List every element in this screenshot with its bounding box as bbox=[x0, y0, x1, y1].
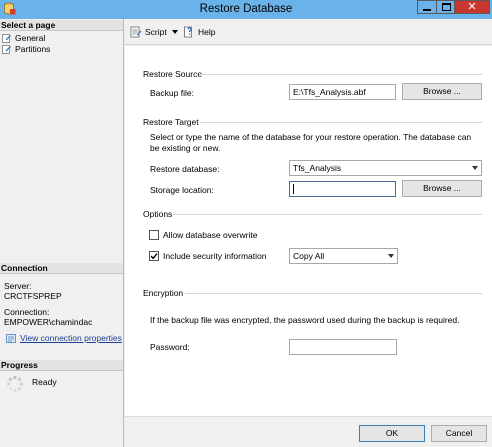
restore-target-description: Select or type the name of the database … bbox=[150, 132, 472, 153]
chevron-down-icon[interactable] bbox=[472, 166, 478, 170]
backup-file-browse-button[interactable]: Browse ... bbox=[402, 83, 482, 100]
help-button[interactable]: Help bbox=[183, 26, 215, 38]
security-option-value: Copy All bbox=[293, 251, 325, 261]
toolbar: Script Help bbox=[125, 19, 492, 45]
help-icon bbox=[184, 26, 192, 38]
include-security-label[interactable]: Include security information bbox=[163, 251, 266, 261]
allow-overwrite-checkbox[interactable] bbox=[149, 230, 159, 240]
group-divider bbox=[185, 293, 482, 294]
progress-status: Ready bbox=[32, 377, 57, 387]
page-item-label: General bbox=[15, 33, 46, 43]
backup-file-input[interactable]: E:\Tfs_Analysis.abf bbox=[289, 84, 396, 100]
minimize-icon bbox=[423, 9, 431, 11]
options-title: Options bbox=[143, 209, 173, 219]
restore-source-title: Restore Source bbox=[143, 69, 203, 79]
connection-label: Connection: bbox=[4, 307, 50, 317]
page-wrench-icon bbox=[2, 45, 11, 54]
group-divider bbox=[199, 74, 482, 75]
maximize-button[interactable] bbox=[436, 0, 455, 14]
checkmark-icon bbox=[150, 253, 158, 260]
encryption-description: If the backup file was encrypted, the pa… bbox=[150, 315, 460, 325]
page-wrench-icon bbox=[2, 34, 11, 43]
progress-header: Progress bbox=[0, 360, 123, 371]
group-divider bbox=[173, 214, 482, 215]
close-button[interactable]: ✕ bbox=[455, 0, 490, 14]
chevron-down-icon[interactable] bbox=[388, 254, 394, 258]
storage-location-label: Storage location: bbox=[150, 185, 214, 195]
title-bar: Restore Database ✕ bbox=[0, 0, 492, 19]
connection-header: Connection bbox=[0, 263, 123, 274]
connection-value: EMPOWER\chamindac bbox=[4, 317, 93, 327]
encryption-title: Encryption bbox=[143, 288, 184, 298]
help-label: Help bbox=[198, 27, 216, 37]
group-divider bbox=[199, 122, 482, 123]
restore-database-value: Tfs_Analysis bbox=[293, 163, 342, 173]
properties-icon bbox=[6, 334, 16, 343]
script-icon bbox=[130, 26, 142, 38]
script-button[interactable]: Script bbox=[130, 26, 182, 38]
storage-location-browse-button[interactable]: Browse ... bbox=[402, 180, 482, 197]
maximize-icon bbox=[442, 3, 451, 11]
chevron-down-icon bbox=[172, 30, 178, 34]
view-connection-properties-label: View connection properties bbox=[20, 333, 122, 343]
restore-database-combo[interactable]: Tfs_Analysis bbox=[289, 160, 482, 176]
restore-database-label: Restore database: bbox=[150, 164, 220, 174]
dialog-button-bar: OK Cancel bbox=[125, 416, 492, 447]
script-label: Script bbox=[145, 27, 167, 37]
page-item-label: Partitions bbox=[15, 44, 51, 54]
server-label: Server: bbox=[4, 281, 32, 291]
text-caret bbox=[293, 184, 294, 194]
storage-location-input[interactable] bbox=[289, 181, 396, 197]
restore-target-title: Restore Target bbox=[143, 117, 199, 127]
cancel-button[interactable]: Cancel bbox=[431, 425, 487, 442]
password-label: Password: bbox=[150, 342, 190, 352]
ok-button[interactable]: OK bbox=[359, 425, 425, 442]
progress-spinner-icon bbox=[6, 375, 24, 393]
minimize-button[interactable] bbox=[417, 0, 436, 14]
select-page-header: Select a page bbox=[0, 20, 123, 31]
allow-overwrite-label[interactable]: Allow database overwrite bbox=[163, 230, 258, 240]
security-option-combo[interactable]: Copy All bbox=[289, 248, 398, 264]
include-security-checkbox[interactable] bbox=[149, 251, 159, 261]
left-pane: Select a page General Partitions Connect… bbox=[0, 19, 124, 447]
restore-options-panel: Restore Source Backup file: E:\Tfs_Analy… bbox=[125, 46, 492, 416]
server-value: CRCTFSPREP bbox=[4, 291, 62, 301]
backup-file-label: Backup file: bbox=[150, 88, 194, 98]
close-icon: ✕ bbox=[467, 1, 477, 13]
password-input[interactable] bbox=[289, 339, 397, 355]
